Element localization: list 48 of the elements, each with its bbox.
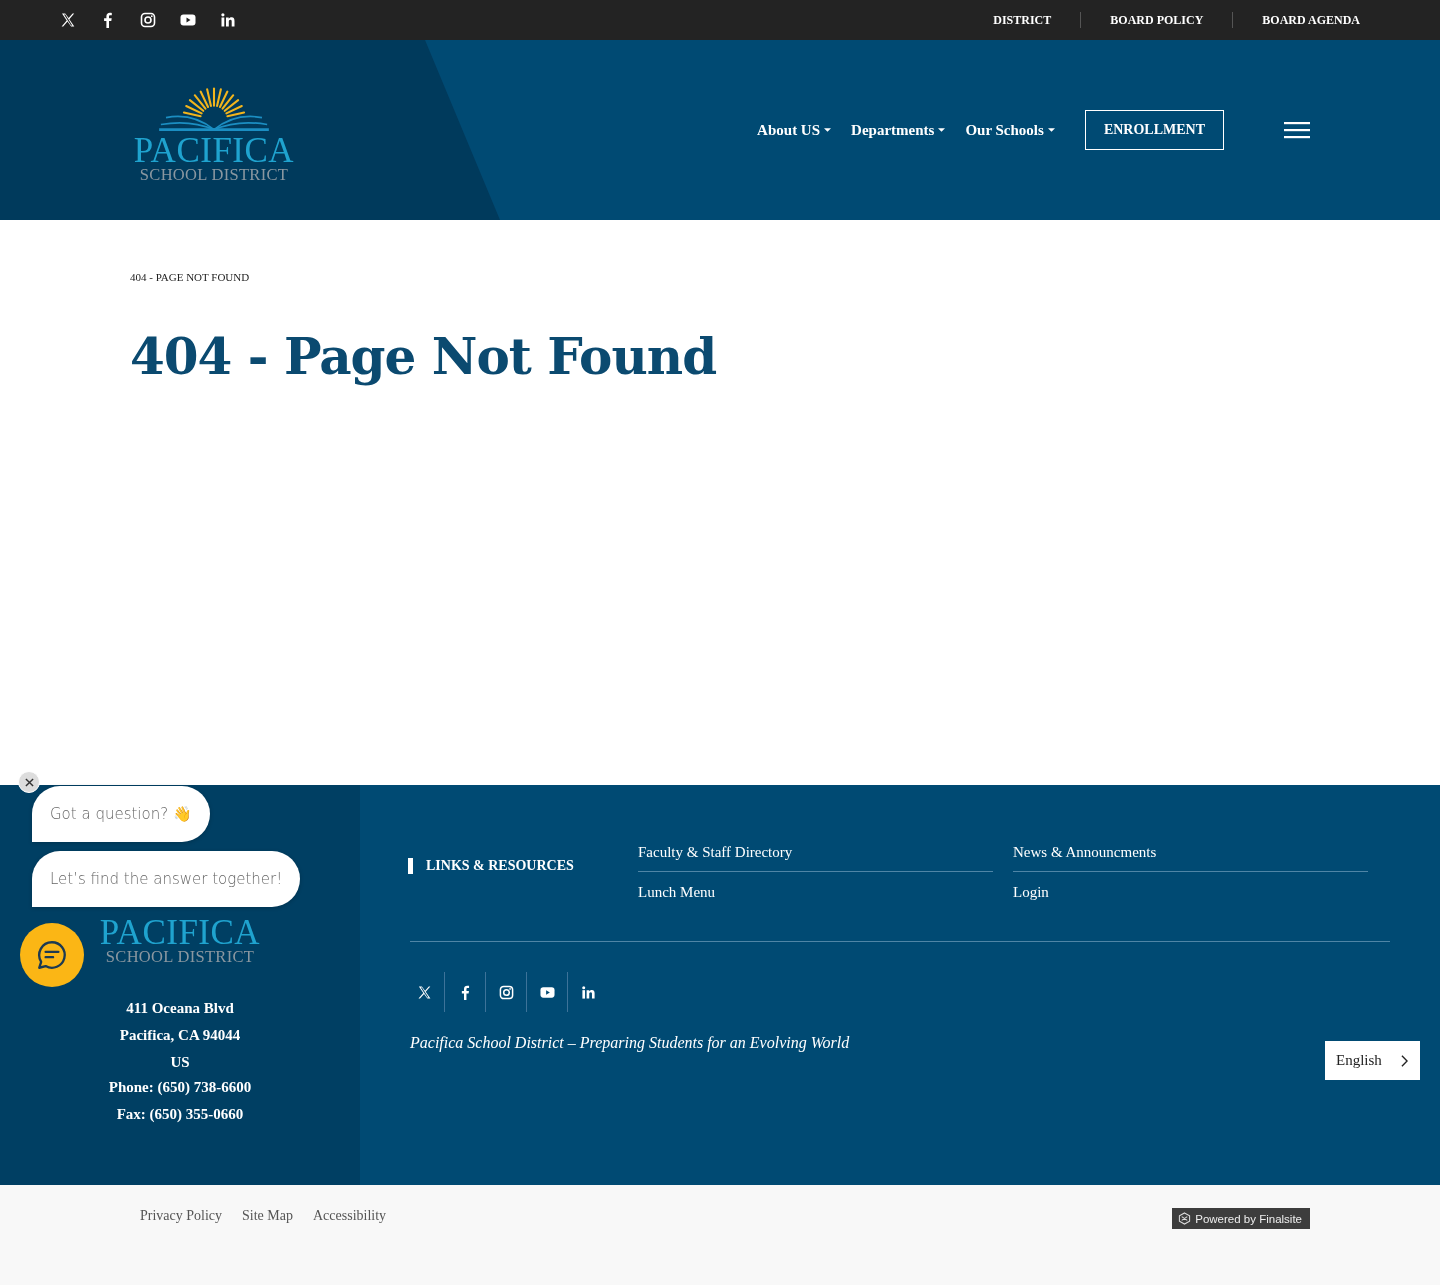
- chat-bubble: Got a question? 👋: [32, 786, 210, 842]
- breadcrumb: 404 - PAGE NOT FOUND: [130, 270, 251, 283]
- links-heading: LINKS & RESOURCES: [408, 858, 638, 874]
- close-button[interactable]: [18, 771, 40, 793]
- nav-dropdown[interactable]: About US: [757, 121, 832, 139]
- powered-by-badge[interactable]: Powered by Finalsite: [1172, 1208, 1310, 1229]
- logo-name: PACIFICA: [133, 134, 295, 167]
- speech-bubble-icon: [35, 938, 69, 972]
- menu-icon[interactable]: [1284, 121, 1310, 139]
- logo-subtitle: SCHOOL DISTRICT: [105, 949, 255, 965]
- nav-dropdown[interactable]: Departments: [851, 121, 946, 139]
- top-nav-link[interactable]: BOARD POLICY: [1081, 12, 1233, 28]
- address-line: Fax: (650) 355-0660: [115, 1105, 245, 1124]
- page-title: 404 - Page Not Found: [130, 327, 718, 386]
- youtube-icon[interactable]: [540, 984, 555, 1000]
- x-icon[interactable]: [60, 12, 76, 28]
- footer-link[interactable]: Lunch Menu: [638, 882, 993, 911]
- caret-icon: [1047, 128, 1055, 132]
- caret-icon: [938, 128, 946, 132]
- instagram-icon[interactable]: [499, 984, 514, 1000]
- logo-subtitle: SCHOOL DISTRICT: [139, 166, 289, 183]
- hexagon-icon: [1178, 1212, 1192, 1225]
- enrollment-button[interactable]: ENROLLMENT: [1084, 110, 1224, 150]
- linkedin-icon[interactable]: [220, 12, 236, 28]
- footer-link[interactable]: Login: [1013, 882, 1368, 911]
- tagline: Pacifica School District – Preparing Students for an Evolving World: [410, 1034, 851, 1052]
- top-nav-link[interactable]: BOARD AGENDA: [1233, 12, 1360, 28]
- chat-bubble: Let’s find the answer together!: [32, 851, 301, 907]
- footer-link[interactable]: News & Announcments: [1013, 842, 1368, 872]
- bottom-link[interactable]: Privacy Policy: [140, 1208, 223, 1224]
- instagram-icon[interactable]: [140, 12, 156, 28]
- caret-icon: [824, 128, 832, 132]
- bottom-link[interactable]: Accessibility: [313, 1208, 387, 1224]
- address-line: 411 Oceana Blvd: [125, 999, 235, 1018]
- nav-dropdown[interactable]: Our Schools: [965, 121, 1055, 139]
- address-line: Phone: (650) 738-6600: [108, 1078, 252, 1097]
- address-line: Pacifica, CA 94044: [118, 1026, 242, 1045]
- top-nav-link[interactable]: DISTRICT: [964, 12, 1081, 28]
- chevron-right-icon: [1401, 1054, 1408, 1067]
- close-icon: [24, 777, 34, 787]
- logo-name: PACIFICA: [99, 917, 261, 949]
- x-icon[interactable]: [417, 984, 432, 1000]
- linkedin-icon[interactable]: [581, 984, 596, 1000]
- address-line: US: [169, 1053, 191, 1072]
- language-selector[interactable]: English: [1325, 1041, 1420, 1080]
- footer-link[interactable]: Faculty & Staff Directory: [638, 842, 993, 872]
- youtube-icon[interactable]: [180, 12, 196, 28]
- bottom-link[interactable]: Site Map: [242, 1208, 293, 1224]
